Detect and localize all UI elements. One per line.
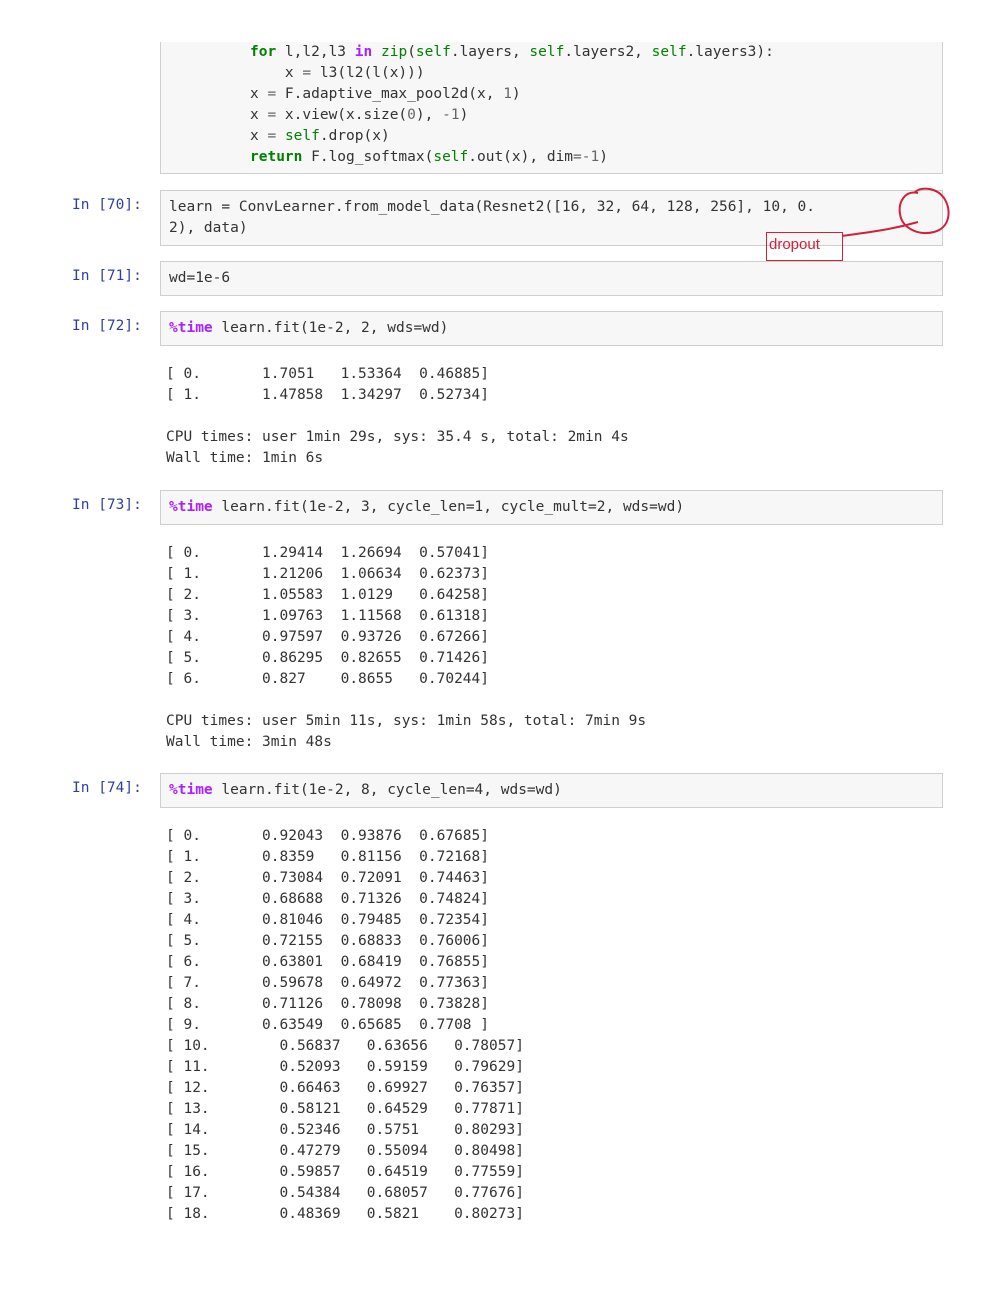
output-line: [ 17. 0.54384 0.68057 0.77676] <box>166 1185 524 1201</box>
output-line: [ 13. 0.58121 0.64529 0.77871] <box>166 1101 524 1117</box>
code-line: for l,l2,l3 in zip(self.layers, self.lay… <box>250 44 774 60</box>
dropout-label: dropout <box>766 232 843 261</box>
output-line: [ 0. 0.92043 0.93876 0.67685] <box>166 828 490 844</box>
cell-prompt: In [73]: <box>72 497 142 513</box>
output-line: [ 8. 0.71126 0.78098 0.73828] <box>166 996 490 1012</box>
output-line: [ 5. 0.72155 0.68833 0.76006] <box>166 933 490 949</box>
output-line: [ 4. 0.81046 0.79485 0.72354] <box>166 912 490 928</box>
code-text: learn.fit(1e-2, 3, cycle_len=1, cycle_mu… <box>212 499 685 515</box>
code-cell-74[interactable]: %time learn.fit(1e-2, 8, cycle_len=4, wd… <box>160 773 943 808</box>
output-line: [ 15. 0.47279 0.55094 0.80498] <box>166 1143 524 1159</box>
output-line: [ 3. 0.68688 0.71326 0.74824] <box>166 891 490 907</box>
code-line-74: %time learn.fit(1e-2, 8, cycle_len=4, wd… <box>169 780 562 801</box>
output-line: Wall time: 1min 6s <box>166 450 324 466</box>
code-line-71: wd=1e-6 <box>169 270 231 286</box>
cell-prompt: In [70]: <box>72 197 142 213</box>
output-line: [ 10. 0.56837 0.63656 0.78057] <box>166 1038 524 1054</box>
code-cell-72[interactable]: %time learn.fit(1e-2, 2, wds=wd) <box>160 311 943 346</box>
output-line: [ 5. 0.86295 0.82655 0.71426] <box>166 650 490 666</box>
output-line: [ 16. 0.59857 0.64519 0.77559] <box>166 1164 524 1180</box>
code-text: learn.fit(1e-2, 2, wds=wd) <box>212 320 449 336</box>
output-line: [ 12. 0.66463 0.69927 0.76357] <box>166 1080 524 1096</box>
output-line: [ 1. 1.21206 1.06634 0.62373] <box>166 566 490 582</box>
output-line: [ 7. 0.59678 0.64972 0.77363] <box>166 975 490 991</box>
code-text: learn.fit(1e-2, 8, cycle_len=4, wds=wd) <box>212 782 562 798</box>
output-line: [ 4. 0.97597 0.93726 0.67266] <box>166 629 490 645</box>
output-line: [ 18. 0.48369 0.5821 0.80273] <box>166 1206 524 1222</box>
code-line: return F.log_softmax(self.out(x), dim=-1… <box>250 149 608 165</box>
output-line: [ 11. 0.52093 0.59159 0.79629] <box>166 1059 524 1075</box>
output-line: [ 9. 0.63549 0.65685 0.7708 ] <box>166 1017 490 1033</box>
output-line: [ 0. 1.7051 1.53364 0.46885] <box>166 366 490 382</box>
code-cell-71[interactable]: wd=1e-6 <box>160 261 943 296</box>
output-line: [ 2. 1.05583 1.0129 0.64258] <box>166 587 490 603</box>
output-line: [ 2. 0.73084 0.72091 0.74463] <box>166 870 490 886</box>
output-line: CPU times: user 1min 29s, sys: 35.4 s, t… <box>166 429 629 445</box>
code-line-70-2: 2), data) <box>169 220 248 236</box>
output-line: [ 3. 1.09763 1.11568 0.61318] <box>166 608 490 624</box>
output-line: [ 1. 1.47858 1.34297 0.52734] <box>166 387 490 403</box>
code-line: x = x.view(x.size(0), -1) <box>250 107 469 123</box>
magic-command: %time <box>169 782 213 798</box>
code-cell-73[interactable]: %time learn.fit(1e-2, 3, cycle_len=1, cy… <box>160 490 943 525</box>
code-line-70-1: learn = ConvLearner.from_model_data(Resn… <box>169 199 816 215</box>
output-line: [ 1. 0.8359 0.81156 0.72168] <box>166 849 490 865</box>
code-line-72: %time learn.fit(1e-2, 2, wds=wd) <box>169 318 448 339</box>
cell-prompt: In [71]: <box>72 268 142 284</box>
code-line: x = l3(l2(l(x))) <box>250 65 425 81</box>
output-line: Wall time: 3min 48s <box>166 734 332 750</box>
output-line: [ 6. 0.827 0.8655 0.70244] <box>166 671 490 687</box>
output-line: CPU times: user 5min 11s, sys: 1min 58s,… <box>166 713 647 729</box>
code-line: x = F.adaptive_max_pool2d(x, 1) <box>250 86 521 102</box>
code-cell-resnet-forward[interactable]: for l,l2,l3 in zip(self.layers, self.lay… <box>160 42 943 174</box>
output-line: [ 6. 0.63801 0.68419 0.76855] <box>166 954 490 970</box>
magic-command: %time <box>169 499 213 515</box>
output-line: [ 0. 1.29414 1.26694 0.57041] <box>166 545 490 561</box>
output-line: [ 14. 0.52346 0.5751 0.80293] <box>166 1122 524 1138</box>
code-line-73: %time learn.fit(1e-2, 3, cycle_len=1, cy… <box>169 497 684 518</box>
magic-command: %time <box>169 320 213 336</box>
cell-prompt: In [74]: <box>72 780 142 796</box>
cell-prompt: In [72]: <box>72 318 142 334</box>
code-line: x = self.drop(x) <box>250 128 390 144</box>
